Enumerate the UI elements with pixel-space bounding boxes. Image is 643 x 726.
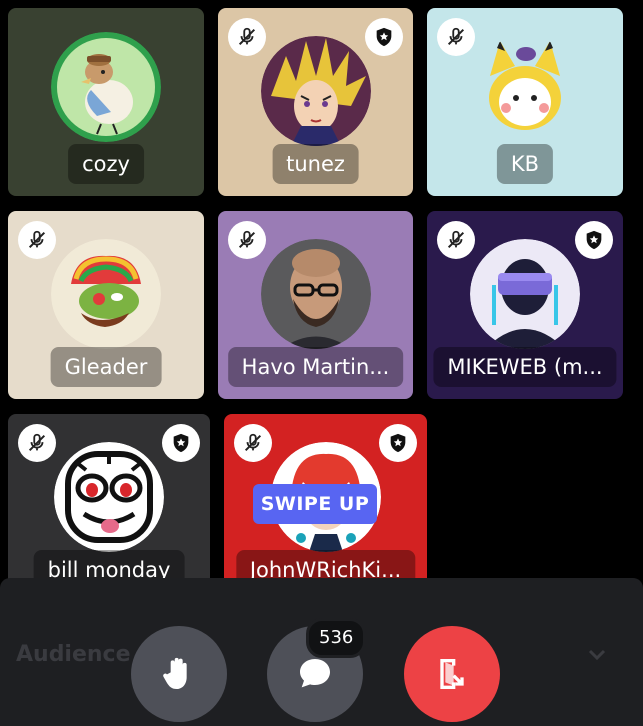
clown-frog-icon: [51, 239, 161, 349]
raise-hand-button[interactable]: [131, 626, 227, 722]
pikachu-cat-icon: [470, 36, 580, 146]
mic-muted-icon: [228, 221, 266, 259]
participant-tile-tunez[interactable]: tunez: [218, 8, 413, 196]
bird-avatar-icon: [51, 32, 161, 142]
vr-headset-icon: [470, 239, 580, 349]
mic-muted-icon: [234, 424, 272, 462]
avatar: [51, 239, 161, 349]
participant-tile-gleader[interactable]: Gleader: [8, 211, 204, 399]
chat-count-badge: 536: [306, 618, 367, 658]
mic-muted-icon: [437, 221, 475, 259]
avatar: [470, 36, 580, 146]
avatar: [51, 32, 161, 142]
mic-muted-icon: [18, 221, 56, 259]
moderator-shield-icon: [365, 18, 403, 56]
mic-muted-icon: [18, 424, 56, 462]
participant-name: MIKEWEB (m...: [433, 347, 617, 387]
participant-tile-cozy[interactable]: cozy: [8, 8, 204, 196]
moderator-shield-icon: [575, 221, 613, 259]
swipe-up-label[interactable]: SWIPE UP: [253, 484, 377, 524]
tribal-mask-icon: [54, 442, 164, 552]
participant-tile-kb[interactable]: KB: [427, 8, 623, 196]
participant-name: tunez: [272, 144, 359, 184]
participant-name: KB: [496, 144, 554, 184]
avatar: [260, 36, 371, 146]
participant-name: cozy: [68, 144, 144, 184]
participant-name: Gleader: [50, 347, 162, 387]
participant-tile-havo-martin[interactable]: Havo Martin...: [218, 211, 413, 399]
avatar: [470, 239, 580, 349]
participant-name: Havo Martin...: [227, 347, 404, 387]
moderator-shield-icon: [379, 424, 417, 462]
moderator-shield-icon: [162, 424, 200, 462]
chat-bubble-icon: [300, 659, 330, 688]
leave-door-icon: [440, 659, 464, 689]
anime-character-icon: [260, 36, 371, 146]
leave-button[interactable]: [404, 626, 500, 722]
chevron-down-icon[interactable]: [585, 642, 609, 670]
avatar: [54, 442, 164, 552]
man-photo-icon: [260, 239, 371, 349]
bottom-control-bar: Audience — 2 536: [0, 578, 643, 726]
avatar: [260, 239, 371, 349]
hand-icon: [163, 657, 187, 689]
mic-muted-icon: [437, 18, 475, 56]
participant-tile-bill-monday[interactable]: bill monday: [8, 414, 210, 602]
mic-muted-icon: [228, 18, 266, 56]
participant-tile-mikeweb[interactable]: MIKEWEB (m...: [427, 211, 623, 399]
